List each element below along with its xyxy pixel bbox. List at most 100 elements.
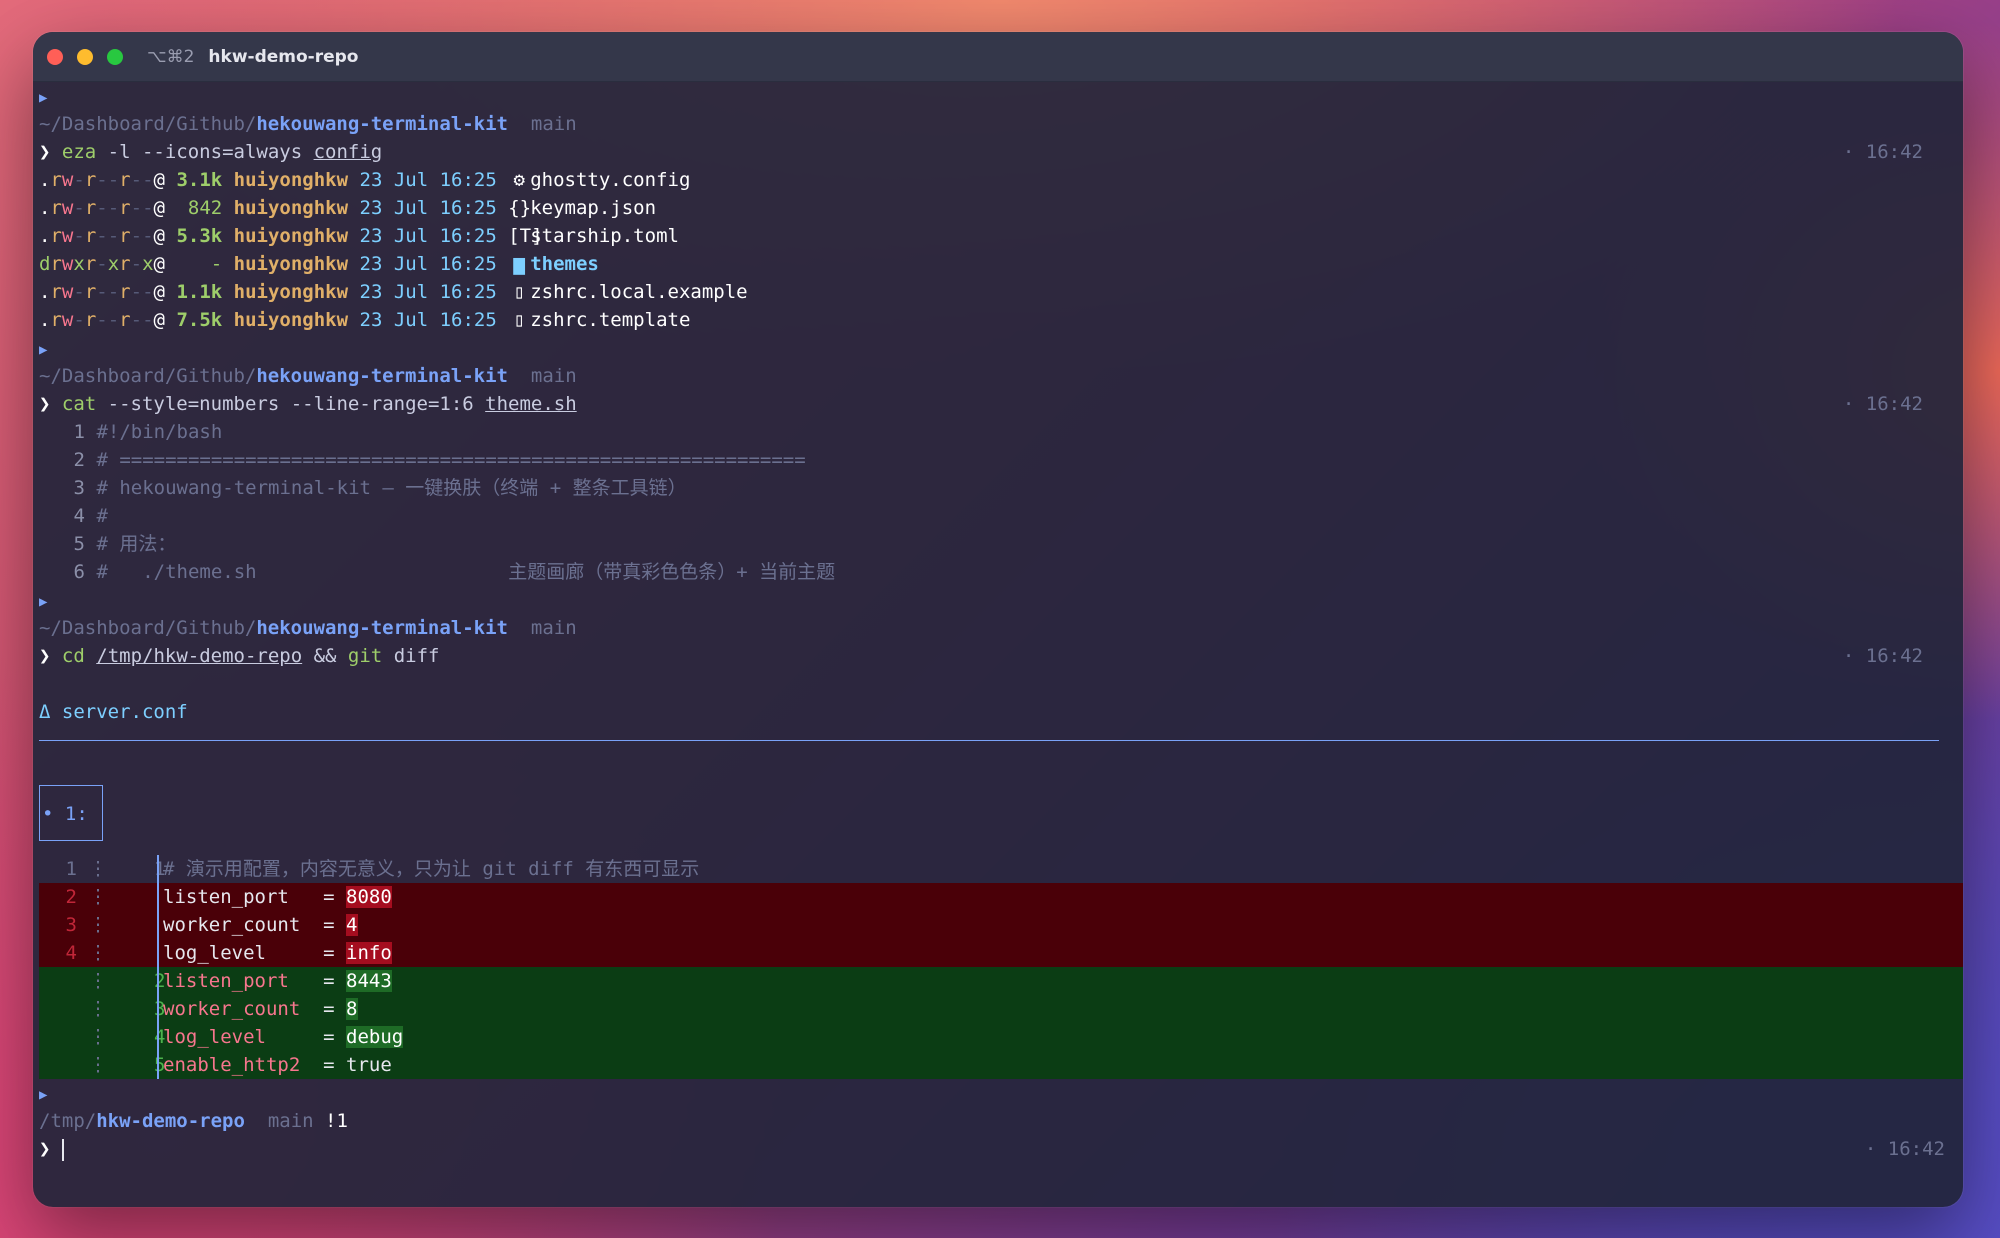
prompt-path-line: ~/Dashboard/Github/hekouwang-terminal-ki…: [39, 110, 1963, 138]
file-date: 23 Jul 16:25: [359, 281, 497, 303]
file-icon: [T]: [508, 225, 543, 247]
config-value: info: [346, 942, 392, 964]
permission-char: -: [130, 225, 143, 247]
permission-char: -: [142, 281, 154, 303]
gutter-separator: ⋮: [77, 914, 108, 936]
minimize-window-button[interactable]: [77, 48, 93, 65]
permission-char: w: [61, 253, 74, 275]
command-args-2: diff: [382, 645, 440, 667]
file-permissions: .rw-r--r--@: [39, 169, 165, 191]
file-owner: huiyonghkw: [233, 253, 349, 275]
permission-char: r: [84, 281, 97, 303]
permission-char: @: [153, 253, 165, 275]
config-value: true: [346, 1054, 392, 1076]
file-owner: huiyonghkw: [233, 309, 349, 331]
directory-name[interactable]: themes: [530, 253, 599, 275]
old-line-number: 2: [65, 886, 77, 908]
path-repo: hkw-demo-repo: [96, 1110, 245, 1132]
path-repo: hekouwang-terminal-kit: [256, 365, 509, 387]
file-row[interactable]: .rw-r--r--@ 1.1k huiyonghkw 23 Jul 16:25…: [39, 278, 1963, 306]
permission-char: r: [84, 309, 97, 331]
old-line-number: 1: [65, 858, 77, 880]
permission-char: -: [73, 225, 85, 247]
permission-char: r: [84, 197, 97, 219]
diff-bar: [157, 1023, 159, 1051]
permission-char: -: [73, 169, 85, 191]
git-branch: main: [530, 617, 577, 639]
permission-char: r: [50, 225, 62, 247]
code-text: # hekouwang-terminal-kit — 一键换肤（终端 + 整条工…: [96, 477, 687, 499]
command-line: ❯ eza -l --icons=always config · 16:42: [39, 138, 1963, 166]
file-row[interactable]: .rw-r--r--@ 3.1k huiyonghkw 23 Jul 16:25…: [39, 166, 1963, 194]
permission-char: .: [39, 225, 51, 247]
config-key: log_level: [163, 942, 324, 964]
file-row[interactable]: .rw-r--r--@ 7.5k huiyonghkw 23 Jul 16:25…: [39, 306, 1963, 334]
file-owner: huiyonghkw: [233, 281, 349, 303]
command-time: · 16:42: [1864, 1138, 1945, 1160]
file-row[interactable]: drwxr-xr-x@ - huiyonghkw 23 Jul 16:25 ▆ t…: [39, 250, 1963, 278]
terminal-window[interactable]: ⌥⌘2 hkw-demo-repo ▶ ~/Dashboard/Github/h…: [33, 32, 1963, 1207]
title-bar: ⌥⌘2 hkw-demo-repo: [33, 32, 1963, 82]
file-size: 5.3k: [176, 225, 223, 247]
diff-bar: [157, 1051, 159, 1079]
prompt-marker-icon: ▶: [39, 342, 48, 358]
terminal-output[interactable]: ▶ ~/Dashboard/Github/hekouwang-terminal-…: [33, 82, 1963, 1163]
file-name[interactable]: zshrc.template: [530, 309, 690, 331]
diff-gutter: 4 ⋮: [39, 939, 157, 967]
diff-gutter: 3 ⋮: [39, 911, 157, 939]
code-line: 1 #!/bin/bash: [39, 418, 1963, 446]
command-time: · 16:42: [1842, 393, 1923, 415]
permission-char: -: [142, 197, 154, 219]
prompt-symbol: ❯: [39, 141, 51, 163]
eza-listing: .rw-r--r--@ 3.1k huiyonghkw 23 Jul 16:25…: [39, 166, 1963, 334]
config-key: worker_count: [163, 914, 324, 936]
gutter-separator: ⋮: [77, 942, 108, 964]
permission-char: r: [50, 281, 62, 303]
code-text: # 用法：: [96, 533, 177, 555]
permission-char: -: [142, 309, 154, 331]
file-icon: ⚙: [513, 169, 525, 191]
tab-shortcut: ⌥⌘2: [147, 46, 195, 67]
file-date: 23 Jul 16:25: [359, 169, 497, 191]
diff-deleted-row: 3 ⋮ worker_count = 4: [39, 911, 1963, 939]
file-row[interactable]: .rw-r--r--@ 5.3k huiyonghkw 23 Jul 16:25…: [39, 222, 1963, 250]
permission-char: @: [153, 281, 165, 303]
permission-char: r: [50, 309, 62, 331]
command-line: ❯ cd /tmp/hkw-demo-repo && git diff · 16:…: [39, 642, 1963, 670]
command-name: cd: [61, 645, 85, 667]
permission-char: -: [96, 309, 108, 331]
prompt-marker-icon: ▶: [39, 594, 48, 610]
file-name[interactable]: ghostty.config: [530, 169, 690, 191]
diff-added-row: ⋮ 4log_level = debug: [39, 1023, 1963, 1051]
code-text: #!/bin/bash: [96, 421, 223, 443]
prompt-symbol: ❯: [39, 645, 51, 667]
file-row[interactable]: .rw-r--r--@ 842 huiyonghkw 23 Jul 16:25 …: [39, 194, 1963, 222]
permission-char: -: [96, 225, 108, 247]
permission-char: -: [73, 309, 85, 331]
file-name[interactable]: starship.toml: [530, 225, 679, 247]
close-window-button[interactable]: [47, 48, 63, 65]
permission-char: x: [73, 253, 85, 275]
permission-char: r: [84, 253, 97, 275]
config-key: listen_port: [163, 886, 324, 908]
prompt-symbol: ❯: [39, 1138, 51, 1160]
zoom-window-button[interactable]: [107, 48, 123, 65]
file-name[interactable]: keymap.json: [530, 197, 656, 219]
prompt-marker: ▶: [39, 82, 1963, 110]
code-line: 2 # ====================================…: [39, 446, 1963, 474]
file-date: 23 Jul 16:25: [359, 225, 497, 247]
file-date: 23 Jul 16:25: [359, 253, 497, 275]
permission-char: -: [107, 309, 120, 331]
file-name[interactable]: zshrc.local.example: [530, 281, 747, 303]
active-prompt-line[interactable]: ❯ · 16:42: [39, 1135, 1963, 1163]
file-icon: ▯: [513, 309, 525, 331]
diff-bar: [157, 911, 159, 939]
gutter-separator: ⋮: [77, 858, 108, 880]
permission-char: x: [142, 253, 154, 275]
diff-body: 1 ⋮ 1# 演示用配置，内容无意义，只为让 git diff 有东西可显示 2 ⋮…: [39, 855, 1963, 1079]
config-value: 4: [346, 914, 358, 936]
cat-output: 1 #!/bin/bash 2 # =======================…: [39, 418, 1963, 586]
gutter-separator: ⋮: [77, 1026, 108, 1048]
